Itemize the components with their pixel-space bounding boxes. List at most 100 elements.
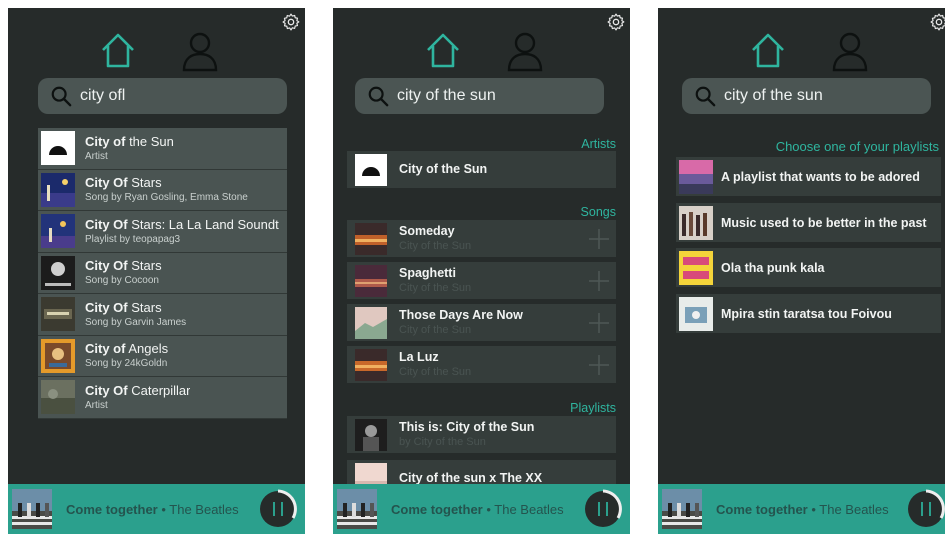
now-playing-artist: The Beatles [169, 501, 239, 517]
result-title-bold: City of [85, 341, 126, 357]
album-art [355, 306, 387, 339]
result-subtitle: Artist [85, 150, 108, 162]
search-icon [368, 86, 389, 107]
artist-name: City of the Sun [399, 162, 488, 176]
result-title-bold: City Of [85, 299, 128, 315]
album-art [41, 214, 75, 249]
search-input[interactable]: city of the sun [682, 78, 931, 114]
playlist-option[interactable]: Ola tha punk kala [676, 248, 941, 287]
now-playing-separator: • [807, 501, 820, 517]
pause-icon[interactable] [257, 488, 299, 530]
list-item[interactable]: City of Angels Song by 24kGoldn [38, 335, 287, 377]
list-item[interactable]: City Of Caterpillar Artist [38, 377, 287, 419]
plus-icon[interactable] [588, 228, 610, 250]
gear-icon[interactable] [281, 12, 301, 32]
result-subtitle: Playlist by teopapag3 [85, 233, 181, 245]
top-nav [658, 30, 945, 74]
user-icon[interactable] [180, 30, 220, 72]
list-item[interactable]: City of the Sun Artist [38, 128, 287, 170]
result-subtitle: Artist [85, 399, 108, 411]
song-artist: City of the Sun [399, 366, 472, 378]
playlist-owner: by City of the Sun [399, 436, 486, 448]
now-playing-bar[interactable]: Come together • The Beatles [8, 484, 305, 534]
result-title: Stars [127, 299, 162, 315]
plus-icon[interactable] [588, 312, 610, 334]
top-nav [8, 30, 305, 74]
playlist-option[interactable]: Music used to be better in the past [676, 203, 941, 242]
song-artist: City of the Sun [399, 240, 472, 252]
playlists-heading: Playlists [570, 401, 616, 415]
search-value: city of the sun [397, 87, 496, 104]
user-icon[interactable] [830, 30, 870, 72]
playlist-option[interactable]: A playlist that wants to be adored [676, 157, 941, 196]
plus-icon[interactable] [588, 354, 610, 376]
playlist-cover [679, 205, 713, 240]
user-icon[interactable] [505, 30, 545, 72]
search-value: city of the sun [724, 87, 823, 104]
song-artist: City of the Sun [399, 324, 472, 336]
song-row[interactable]: Those Days Are Now City of the Sun [347, 304, 616, 341]
song-title: Those Days Are Now [399, 308, 523, 322]
playlist-cover [679, 159, 713, 194]
song-title: Someday [399, 224, 455, 238]
artist-row[interactable]: City of the Sun [347, 151, 616, 188]
result-title: Angels [125, 341, 169, 357]
album-art [355, 222, 387, 255]
pause-icon[interactable] [905, 488, 945, 530]
album-art [41, 131, 75, 166]
now-playing-text: Come together • The Beatles [716, 502, 889, 517]
playlist-row[interactable]: This is: City of the Sun by City of the S… [347, 416, 616, 453]
list-item[interactable]: City Of Stars Song by Cocoon [38, 252, 287, 294]
album-art [41, 297, 75, 332]
now-playing-separator: • [482, 501, 495, 517]
choose-playlist-screen: city of the sun Choose one of your playl… [658, 8, 945, 534]
now-playing-song: Come together [66, 501, 158, 517]
result-subtitle: Song by Cocoon [85, 275, 159, 287]
result-title-bold: City of [85, 133, 126, 149]
plus-icon[interactable] [588, 270, 610, 292]
home-icon[interactable] [423, 30, 463, 70]
playlist-name: Music used to be better in the past [721, 215, 927, 230]
playlist-name: A playlist that wants to be adored [721, 169, 920, 184]
gear-icon[interactable] [929, 12, 945, 32]
result-subtitle: Song by Garvin James [85, 316, 187, 328]
playlist-title: This is: City of the Sun [399, 420, 535, 434]
song-row[interactable]: Someday City of the Sun [347, 220, 616, 257]
song-row[interactable]: La Luz City of the Sun [347, 346, 616, 383]
result-subtitle: Song by Ryan Gosling, Emma Stone [85, 192, 248, 204]
song-title: La Luz [399, 350, 439, 364]
search-value: city ofl [80, 87, 126, 104]
search-icon [51, 86, 72, 107]
search-screen-typing: city ofl City of the Sun Artist City Of S… [8, 8, 305, 534]
result-subtitle: Song by 24kGoldn [85, 358, 168, 370]
home-icon[interactable] [748, 30, 788, 70]
result-title: the Sun [125, 133, 174, 149]
song-title: Spaghetti [399, 266, 456, 280]
now-playing-artist: The Beatles [494, 501, 564, 517]
list-item[interactable]: City Of Stars: La La Land Soundt Playlist… [38, 211, 287, 253]
top-nav [333, 30, 630, 74]
songs-heading: Songs [580, 205, 616, 219]
now-playing-song: Come together [716, 501, 808, 517]
now-playing-separator: • [157, 501, 170, 517]
search-input[interactable]: city of the sun [355, 78, 604, 114]
now-playing-bar[interactable]: Come together • The Beatles [333, 484, 630, 534]
search-input[interactable]: city ofl [38, 78, 287, 114]
search-results-screen: city of the sun Artists City of the Sun … [333, 8, 630, 534]
list-item[interactable]: City Of Stars Song by Garvin James [38, 294, 287, 336]
result-title: Stars: La La Land Soundt [127, 216, 279, 232]
playlist-name: Mpira stin taratsa tou Foivou [721, 306, 892, 321]
album-art [41, 338, 75, 373]
search-suggestions: City of the Sun Artist City Of Stars Song … [38, 128, 287, 419]
song-row[interactable]: Spaghetti City of the Sun [347, 262, 616, 299]
now-playing-bar[interactable]: Come together • The Beatles [658, 484, 945, 534]
list-item[interactable]: City Of Stars Song by Ryan Gosling, Emma … [38, 169, 287, 211]
playlist-name: Ola tha punk kala [721, 260, 825, 275]
gear-icon[interactable] [606, 12, 626, 32]
home-icon[interactable] [98, 30, 138, 70]
playlist-cover [679, 250, 713, 285]
playlist-cover [679, 296, 713, 331]
playlist-option[interactable]: Mpira stin taratsa tou Foivou [676, 294, 941, 333]
album-art [41, 255, 75, 290]
pause-icon[interactable] [582, 488, 624, 530]
